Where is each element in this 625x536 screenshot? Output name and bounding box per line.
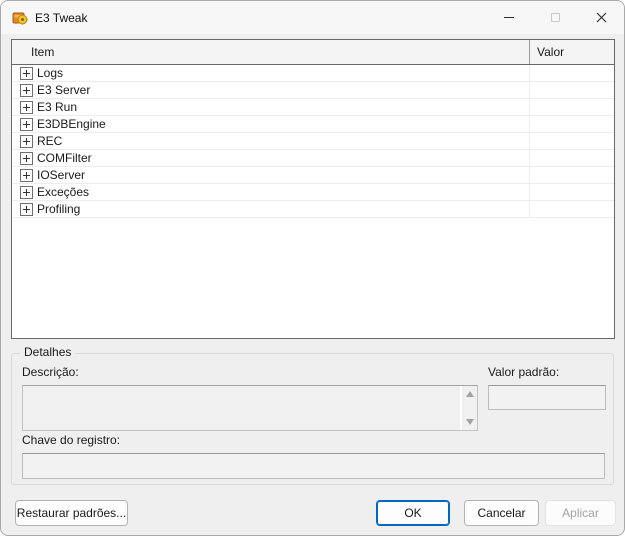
- table-row[interactable]: Exceções: [12, 184, 614, 201]
- table-row[interactable]: Logs: [12, 65, 614, 82]
- expand-plus-icon[interactable]: [20, 186, 33, 199]
- tree-item-label: E3 Server: [37, 82, 90, 98]
- expand-plus-icon[interactable]: [20, 169, 33, 182]
- tree-item-label: COMFilter: [37, 150, 92, 166]
- expand-plus-icon[interactable]: [20, 67, 33, 80]
- cancel-button[interactable]: Cancelar: [464, 500, 539, 526]
- scroll-up-icon[interactable]: [466, 391, 474, 397]
- value-cell: [529, 99, 614, 115]
- tree-item-label: IOServer: [37, 167, 85, 183]
- expand-plus-icon[interactable]: [20, 101, 33, 114]
- window-title: E3 Tweak: [35, 11, 87, 25]
- table-row[interactable]: E3 Server: [12, 82, 614, 99]
- tree-item-label: E3DBEngine: [37, 116, 106, 132]
- scroll-down-icon[interactable]: [466, 419, 474, 425]
- value-cell: [529, 150, 614, 166]
- expand-plus-icon[interactable]: [20, 135, 33, 148]
- restore-defaults-button[interactable]: Restaurar padrões...: [15, 500, 128, 526]
- expand-plus-icon[interactable]: [20, 152, 33, 165]
- details-groupbox: Detalhes Descrição: Valor padrão: Chave …: [11, 353, 614, 485]
- table-row[interactable]: E3 Run: [12, 99, 614, 116]
- tree-item-label: Exceções: [37, 184, 89, 200]
- list-header: Item Valor: [12, 40, 614, 65]
- tree-item-label: E3 Run: [37, 99, 77, 115]
- registry-key-field: [22, 453, 605, 479]
- tweak-tree-list: Item Valor Logs E3 Server E3 Run: [11, 39, 615, 339]
- value-cell: [529, 82, 614, 98]
- tree-item-label: Profiling: [37, 201, 80, 217]
- registry-key-label: Chave do registro:: [22, 433, 120, 447]
- expand-plus-icon[interactable]: [20, 118, 33, 131]
- groupbox-label: Detalhes: [20, 345, 75, 359]
- dialog-e3-tweak: E3 Tweak Item Valor Logs E3 Server: [0, 0, 625, 536]
- table-row[interactable]: E3DBEngine: [12, 116, 614, 133]
- description-text: [23, 386, 460, 430]
- description-scrollbar[interactable]: [460, 386, 477, 430]
- table-row[interactable]: COMFilter: [12, 150, 614, 167]
- value-cell: [529, 133, 614, 149]
- titlebar: E3 Tweak: [1, 1, 624, 34]
- close-icon[interactable]: [578, 1, 624, 34]
- value-cell: [529, 184, 614, 200]
- minimize-icon[interactable]: [486, 1, 532, 34]
- maximize-icon: [532, 1, 578, 34]
- description-field: [22, 385, 478, 431]
- table-row[interactable]: REC: [12, 133, 614, 150]
- tree-item-label: REC: [37, 133, 62, 149]
- apply-button: Aplicar: [545, 500, 616, 526]
- list-rows: Logs E3 Server E3 Run E3DBEngine: [12, 65, 614, 218]
- expand-plus-icon[interactable]: [20, 203, 33, 216]
- default-value-label: Valor padrão:: [488, 365, 559, 379]
- description-label: Descrição:: [22, 365, 79, 379]
- value-cell: [529, 201, 614, 217]
- value-cell: [529, 116, 614, 132]
- default-value-field: [488, 385, 606, 410]
- app-icon: [12, 10, 28, 26]
- caption-buttons: [486, 1, 624, 34]
- tree-item-label: Logs: [37, 65, 63, 81]
- ok-button[interactable]: OK: [376, 500, 450, 526]
- table-row[interactable]: Profiling: [12, 201, 614, 218]
- table-row[interactable]: IOServer: [12, 167, 614, 184]
- value-cell: [529, 167, 614, 183]
- column-header-item[interactable]: Item: [12, 40, 529, 64]
- column-header-valor[interactable]: Valor: [529, 40, 614, 64]
- expand-plus-icon[interactable]: [20, 84, 33, 97]
- value-cell: [529, 65, 614, 81]
